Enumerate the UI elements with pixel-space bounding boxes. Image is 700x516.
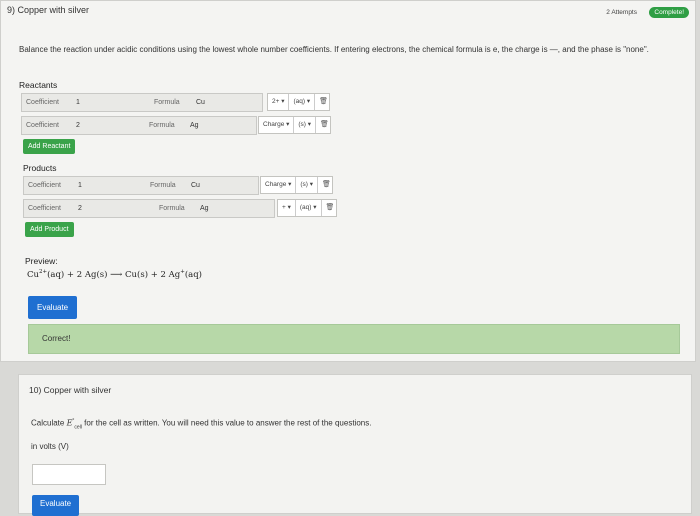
charge-select[interactable]: 2+ ▾ bbox=[268, 94, 290, 110]
question-title: 9) Copper with silver bbox=[7, 5, 90, 15]
add-product-button[interactable]: Add Product bbox=[25, 222, 74, 237]
answer-input[interactable] bbox=[32, 464, 106, 485]
preview-term: (aq) + 2 Ag(s) ⟶ Cu(s) + 2 Ag bbox=[47, 269, 181, 280]
unit-label: in volts (V) bbox=[31, 442, 69, 451]
preview-equation: Cu2+(aq) + 2 Ag(s) ⟶ Cu(s) + 2 Ag+(aq) bbox=[27, 269, 202, 280]
formula-input[interactable]: Cu bbox=[191, 177, 200, 194]
coefficient-input[interactable]: 1 bbox=[76, 94, 80, 111]
feedback-box: Correct! bbox=[28, 324, 680, 354]
trash-icon[interactable]: 🗑 bbox=[315, 94, 329, 110]
reactants-label: Reactants bbox=[19, 80, 58, 90]
formula-label: Formula bbox=[149, 122, 175, 129]
preview-term: (aq) bbox=[184, 269, 202, 280]
formula-label: Formula bbox=[159, 205, 185, 212]
page: 9) Copper with silver 2 Attempts Complet… bbox=[0, 0, 700, 516]
product-controls: + ▾ (aq) ▾ 🗑 bbox=[277, 199, 337, 217]
coefficient-input[interactable]: 2 bbox=[78, 200, 82, 217]
instructions-text: Balance the reaction under acidic condit… bbox=[19, 45, 649, 54]
coefficient-label: Coefficient bbox=[26, 99, 59, 106]
product-row: Coefficient 2 Formula Ag bbox=[23, 199, 275, 218]
formula-label: Formula bbox=[150, 182, 176, 189]
question-10-card: 10) Copper with silver Calculate E°cell … bbox=[18, 374, 692, 516]
reactant-row: Coefficient 2 Formula Ag bbox=[21, 116, 257, 135]
trash-icon[interactable]: 🗑 bbox=[322, 200, 336, 216]
coefficient-label: Coefficient bbox=[28, 205, 61, 212]
reactant-row: Coefficient 1 Formula Cu bbox=[21, 93, 263, 112]
reactant-controls: 2+ ▾ (aq) ▾ 🗑 bbox=[267, 93, 331, 111]
trash-icon[interactable]: 🗑 bbox=[318, 177, 332, 193]
trash-icon[interactable]: 🗑 bbox=[316, 117, 330, 133]
phase-select[interactable]: (s) ▾ bbox=[294, 117, 317, 133]
add-reactant-button[interactable]: Add Reactant bbox=[23, 139, 76, 154]
formula-input[interactable]: Ag bbox=[190, 117, 199, 134]
question-text: Calculate E°cell for the cell as written… bbox=[31, 418, 371, 430]
question-text-part: for the cell as written. You will need t… bbox=[81, 418, 372, 428]
coefficient-label: Coefficient bbox=[28, 182, 61, 189]
charge-select[interactable]: + ▾ bbox=[278, 200, 296, 216]
reactant-controls: Charge ▾ (s) ▾ 🗑 bbox=[258, 116, 332, 134]
charge-select[interactable]: Charge ▾ bbox=[261, 177, 297, 193]
phase-select[interactable]: (aq) ▾ bbox=[296, 200, 322, 216]
coefficient-label: Coefficient bbox=[26, 122, 59, 129]
phase-select[interactable]: (aq) ▾ bbox=[289, 94, 316, 110]
formula-label: Formula bbox=[154, 99, 180, 106]
product-row: Coefficient 1 Formula Cu bbox=[23, 176, 259, 195]
preview-term: Cu bbox=[27, 269, 39, 280]
status-badge: Complete! bbox=[649, 7, 689, 18]
preview-charge: 2+ bbox=[38, 269, 48, 275]
formula-input[interactable]: Ag bbox=[200, 200, 209, 217]
e-cell-subscript: cell bbox=[74, 424, 82, 431]
question-9-card: 9) Copper with silver 2 Attempts Complet… bbox=[0, 0, 696, 362]
phase-select[interactable]: (s) ▾ bbox=[296, 177, 319, 193]
evaluate-button[interactable]: Evaluate bbox=[28, 296, 78, 319]
coefficient-input[interactable]: 1 bbox=[78, 177, 82, 194]
attempts-count: 2 Attempts bbox=[606, 9, 637, 16]
question-title: 10) Copper with silver bbox=[29, 385, 112, 395]
product-controls: Charge ▾ (s) ▾ 🗑 bbox=[260, 176, 334, 194]
question-text-part: Calculate bbox=[31, 418, 67, 428]
preview-label: Preview: bbox=[25, 256, 58, 266]
feedback-text: Correct! bbox=[42, 334, 71, 343]
charge-select[interactable]: Charge ▾ bbox=[259, 117, 295, 133]
coefficient-input[interactable]: 2 bbox=[76, 117, 80, 134]
products-label: Products bbox=[23, 163, 57, 173]
formula-input[interactable]: Cu bbox=[196, 94, 205, 111]
